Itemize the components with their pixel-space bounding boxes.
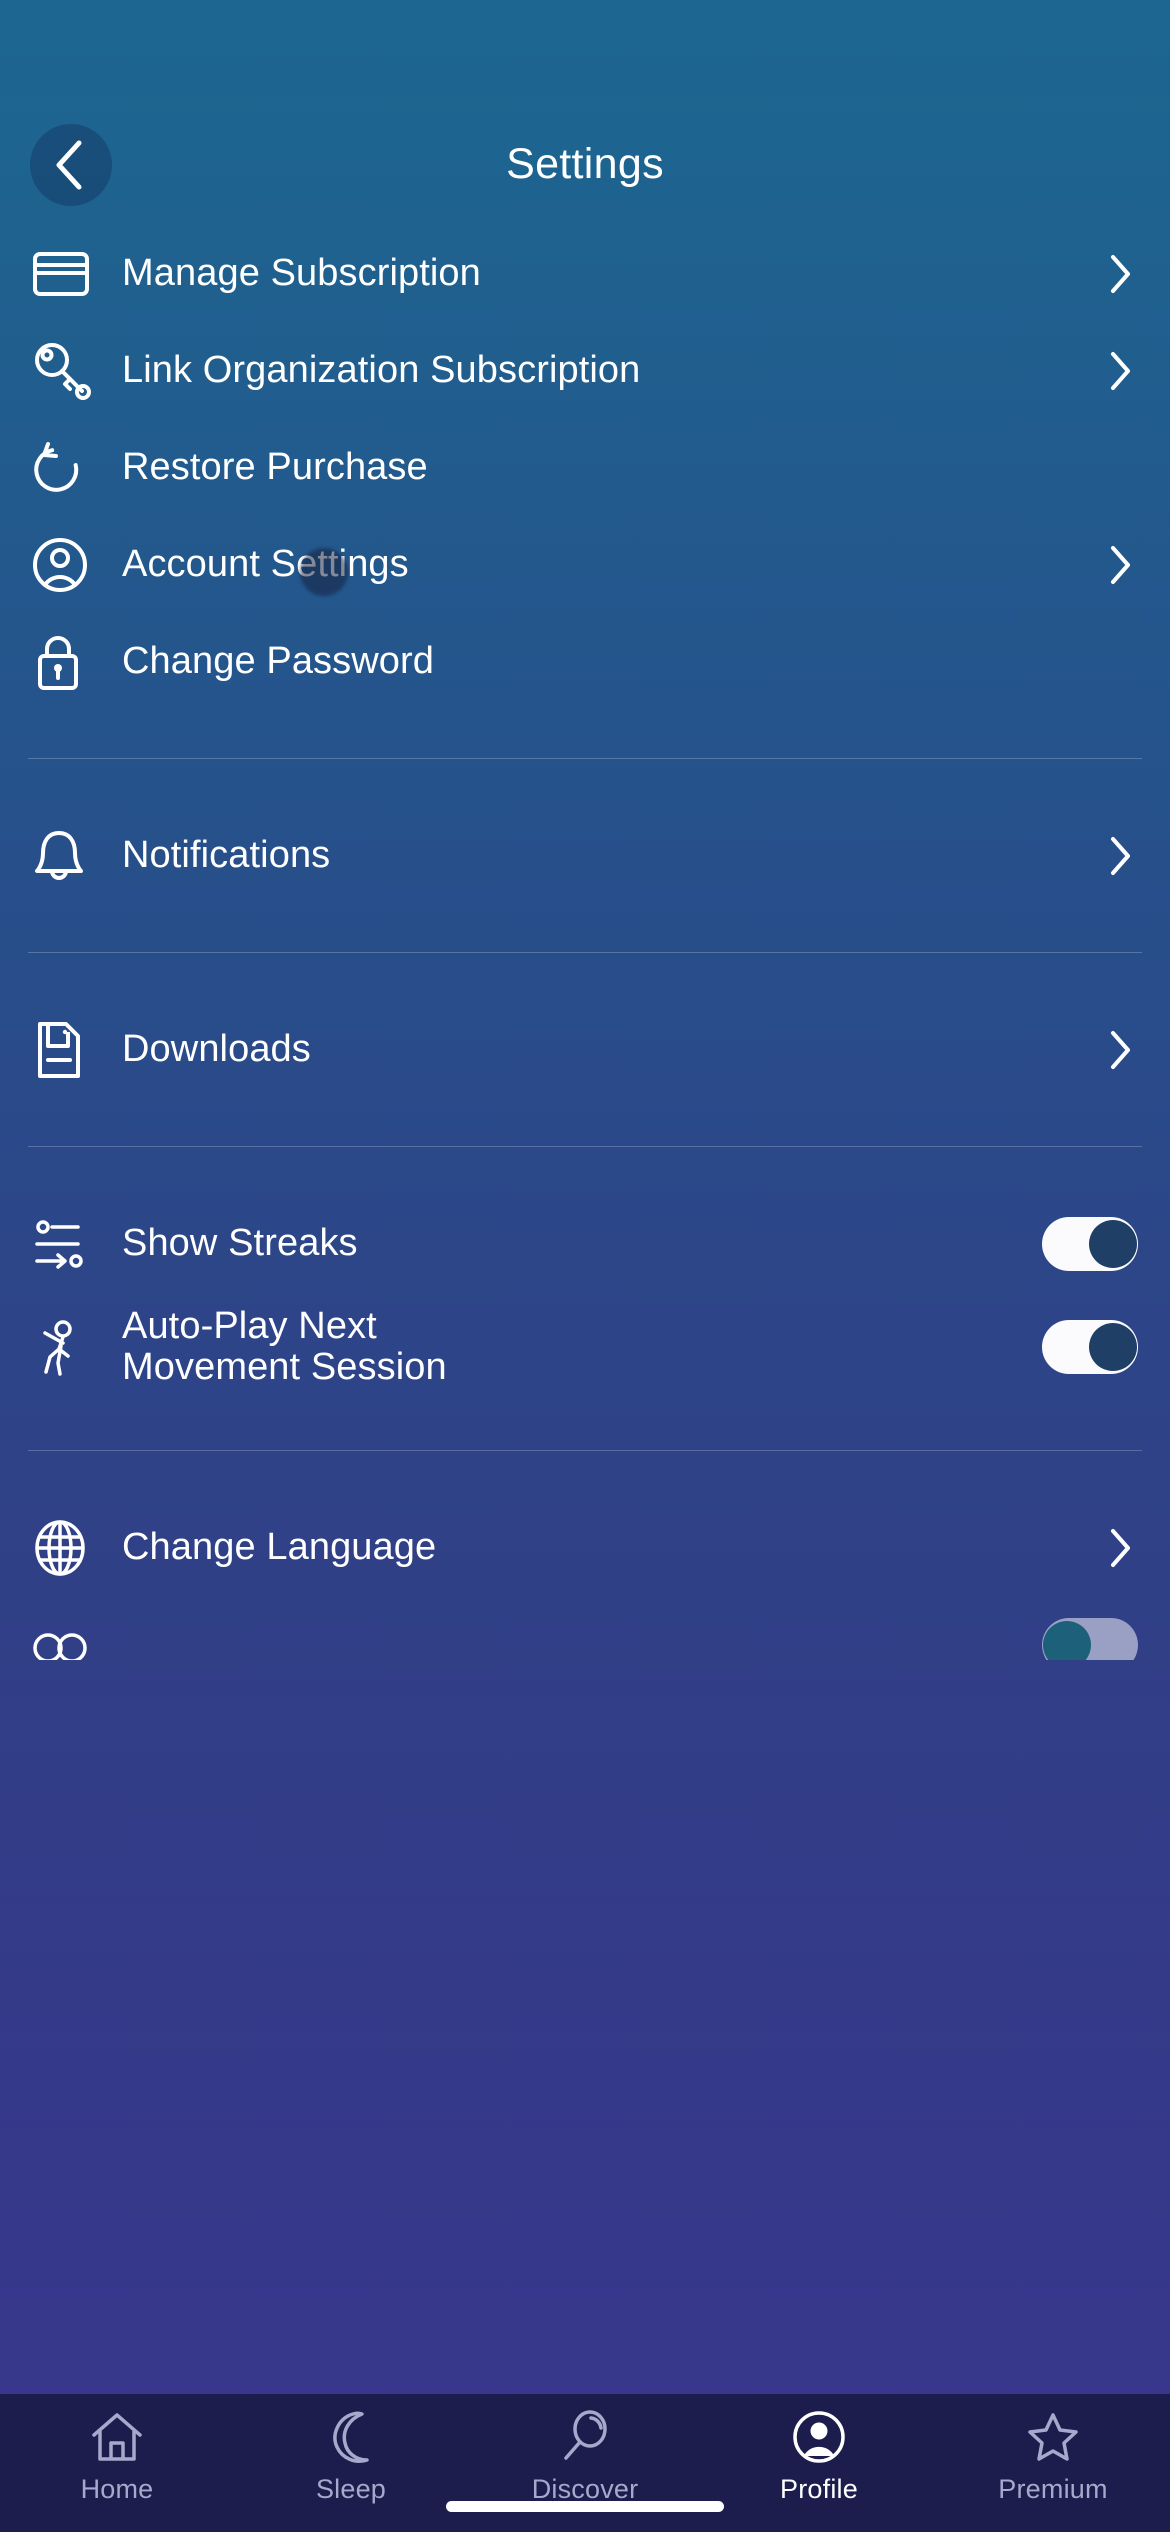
row-label: Restore Purchase (122, 445, 428, 488)
streaks-icon (28, 1218, 120, 1270)
tab-label: Profile (780, 2474, 858, 2504)
tab-premium[interactable]: Premium (936, 2408, 1170, 2505)
document-icon (28, 1020, 120, 1080)
row-label: Change Language (122, 1525, 437, 1568)
row-label: Show Streaks (122, 1221, 358, 1264)
key-icon (28, 340, 120, 402)
row-notifications[interactable]: Notifications (0, 807, 1170, 904)
row-link-organization-subscription[interactable]: Link Organization Subscription (0, 322, 1170, 419)
row-account-settings[interactable]: Account Settings (0, 516, 1170, 613)
chevron-right-icon (1098, 253, 1142, 295)
star-icon (1025, 2408, 1081, 2466)
settings-list: Manage Subscription Link Organization Su… (0, 225, 1170, 1660)
header: Settings (0, 0, 1170, 225)
moon-icon (325, 2408, 377, 2466)
row-show-streaks[interactable]: Show Streaks (0, 1195, 1170, 1292)
chevron-right-icon (1098, 1029, 1142, 1071)
row-restore-purchase[interactable]: Restore Purchase (0, 419, 1170, 516)
movement-icon (28, 1316, 120, 1378)
row-label: Auto-Play Next Movement Session (120, 1306, 1042, 1387)
row-label: Notifications (122, 833, 331, 876)
row-change-language[interactable]: Change Language (0, 1499, 1170, 1596)
row-change-password[interactable]: Change Password (0, 613, 1170, 710)
toggle-knob (1089, 1323, 1137, 1371)
clipped-icon (28, 1618, 120, 1660)
chevron-right-icon (1098, 350, 1142, 392)
row-auto-play-next-movement-session[interactable]: Auto-Play Next Movement Session (0, 1292, 1170, 1402)
chevron-right-icon (1098, 1527, 1142, 1569)
row-label: Link Organization Subscription (122, 348, 641, 391)
tab-label: Premium (998, 2474, 1108, 2504)
toggle-auto-play-next-movement-session[interactable] (1042, 1320, 1138, 1374)
search-icon (558, 2408, 612, 2466)
lock-icon (28, 632, 120, 692)
row-label: Account Settings (122, 542, 409, 585)
page-title: Settings (506, 140, 664, 188)
credit-card-icon (28, 251, 120, 297)
row-label: Change Password (122, 639, 435, 682)
toggle-show-streaks[interactable] (1042, 1216, 1138, 1271)
row-label-line2: Movement Session (122, 1346, 447, 1388)
row-downloads[interactable]: Downloads (0, 1001, 1170, 1098)
tab-home[interactable]: Home (0, 2408, 234, 2505)
restore-icon (28, 440, 120, 496)
chevron-right-icon (1098, 544, 1142, 586)
tab-label: Home (80, 2474, 154, 2504)
tab-profile[interactable]: Profile (702, 2408, 936, 2505)
row-manage-subscription[interactable]: Manage Subscription (0, 225, 1170, 322)
chevron-right-icon (1098, 835, 1142, 877)
bell-icon (28, 827, 120, 885)
home-icon (89, 2408, 145, 2466)
toggle-knob (1043, 1621, 1091, 1660)
row-label: Manage Subscription (122, 251, 481, 294)
tab-label: Sleep (315, 2474, 387, 2504)
tab-discover[interactable]: Discover (468, 2408, 702, 2505)
user-circle-icon (28, 537, 120, 593)
toggle-knob (1089, 1219, 1137, 1268)
home-indicator (446, 2501, 724, 2512)
tab-sleep[interactable]: Sleep (234, 2408, 468, 2505)
profile-avatar-icon (792, 2408, 846, 2466)
toggle-clipped-next-setting[interactable] (1042, 1618, 1138, 1660)
row-clipped-next-setting[interactable] (0, 1618, 1170, 1660)
row-label-line1: Auto-Play Next (122, 1305, 377, 1348)
globe-icon (28, 1519, 120, 1577)
row-label: Downloads (122, 1027, 311, 1070)
settings-screen: Settings Manage Subscription Link Organi… (0, 0, 1170, 2532)
